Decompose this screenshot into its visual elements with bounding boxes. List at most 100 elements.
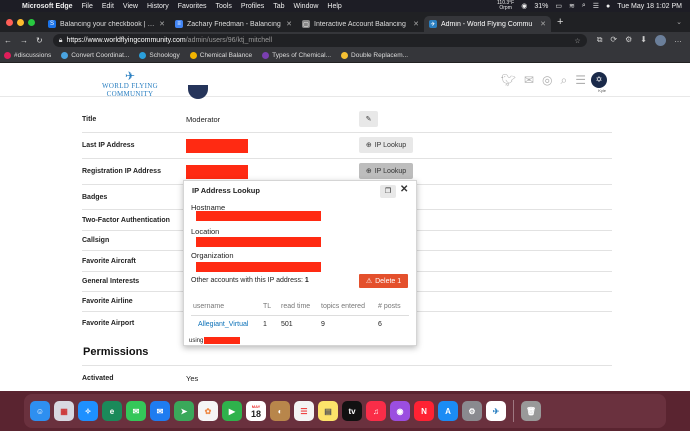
tab-interactive-account[interactable]: ▢ Interactive Account Balancing ✕ <box>297 16 424 32</box>
contacts-icon[interactable]: ◐ <box>270 401 290 421</box>
messages-icon[interactable]: ✉ <box>126 401 146 421</box>
bookmark-convert-coordinates[interactable]: Convert Coordinat... <box>61 52 129 59</box>
new-tab-button[interactable]: + <box>551 16 563 28</box>
podcasts-icon[interactable]: ◉ <box>390 401 410 421</box>
search-icon[interactable]: ⌕ <box>561 73 568 88</box>
tab-search-chevron-icon[interactable]: ⌄ <box>676 18 690 26</box>
bookmark-chemical-balance[interactable]: Chemical Balance <box>189 52 252 59</box>
maps-icon[interactable]: ➤ <box>174 401 194 421</box>
downloads-icon[interactable]: ⬇ <box>640 35 647 46</box>
edge-icon[interactable]: e <box>102 401 122 421</box>
record-icon[interactable]: ◉ <box>521 2 527 10</box>
hamburger-menu-icon[interactable]: ☰ <box>575 73 586 88</box>
finder-icon[interactable]: ☺ <box>30 401 50 421</box>
lock-icon[interactable]: 🔒︎ <box>59 37 63 45</box>
profile-avatar[interactable] <box>655 35 666 46</box>
ip-lookup-button[interactable]: ⊕ IP Lookup <box>359 137 413 153</box>
close-tab-icon[interactable]: ✕ <box>540 20 546 28</box>
launchpad-icon[interactable]: ▦ <box>54 401 74 421</box>
globe-icon <box>61 52 69 59</box>
bookmark-discussions[interactable]: #discussions <box>4 52 51 59</box>
menu-favorites[interactable]: Favorites <box>178 3 207 10</box>
menu-profiles[interactable]: Profiles <box>241 3 264 10</box>
tab-balancing-checkbook[interactable]: S Balancing your checkbook | Sc ✕ <box>43 16 170 32</box>
close-popup-button[interactable]: ✕ <box>400 184 408 195</box>
favorite-star-icon[interactable]: ☆ <box>574 37 580 45</box>
menu-edit[interactable]: Edit <box>102 3 114 10</box>
close-tab-icon[interactable]: ✕ <box>413 20 419 28</box>
site-logo[interactable]: ✈ WORLD FLYING COMMUNITY <box>80 70 180 98</box>
tab-admin-wfc[interactable]: ✈ Admin - World Flying Commu ✕ <box>424 16 551 32</box>
globe-icon: ⊕ <box>365 168 372 175</box>
app-store-icon[interactable]: A <box>438 401 458 421</box>
edit-title-button[interactable]: ✎ <box>359 111 378 127</box>
button-label: IP Lookup <box>374 141 407 149</box>
el-al-app-icon[interactable]: ✈ <box>486 401 506 421</box>
menu-tools[interactable]: Tools <box>216 3 232 10</box>
trash-icon[interactable]: 🗑︎ <box>521 401 541 421</box>
news-icon[interactable]: N <box>414 401 434 421</box>
system-preferences-icon[interactable]: ⚙ <box>462 401 482 421</box>
music-icon[interactable]: ♫ <box>366 401 386 421</box>
apple-tv-icon[interactable]: tv <box>342 401 362 421</box>
minimize-window-button[interactable] <box>17 18 24 26</box>
close-window-button[interactable] <box>6 18 13 26</box>
mail-icon[interactable]: ✉ <box>150 401 170 421</box>
photos-icon[interactable]: ✿ <box>198 401 218 421</box>
menu-history[interactable]: History <box>147 3 169 10</box>
close-tab-icon[interactable]: ✕ <box>286 20 292 28</box>
wifi-icon[interactable]: ≋ <box>569 2 575 10</box>
macos-menubar: Microsoft Edge File Edit View History Fa… <box>0 0 690 12</box>
control-center-icon[interactable]: ☰ <box>593 2 599 10</box>
bookmark-schoology[interactable]: Schoology <box>139 52 180 59</box>
close-tab-icon[interactable]: ✕ <box>159 20 165 28</box>
notes-icon[interactable]: ▤ <box>318 401 338 421</box>
calendar-icon[interactable]: MAY 18 <box>246 401 266 421</box>
menu-view[interactable]: View <box>123 3 138 10</box>
twitter-icon[interactable]: 🐦︎ <box>501 73 516 88</box>
menubar-clock[interactable]: Tue May 18 1:02 PM <box>617 3 682 10</box>
bookmark-site-icon <box>341 52 349 59</box>
col-username: username <box>191 299 261 316</box>
address-bar[interactable]: 🔒︎ https://www.worldflyingcommunity.com/… <box>52 34 587 47</box>
user-avatar[interactable]: ✡ <box>591 72 607 88</box>
menu-tab[interactable]: Tab <box>273 3 284 10</box>
instagram-icon[interactable]: ◎ <box>542 73 552 88</box>
bookmark-types-of-chemical[interactable]: Types of Chemical... <box>262 52 331 59</box>
username-link[interactable]: Allegiant_Virtual <box>191 315 261 333</box>
tab-title: Balancing your checkbook | Sc <box>60 20 156 28</box>
accounts-table: username TL read time topics entered # p… <box>191 299 409 333</box>
search-icon[interactable]: ⌕ <box>582 2 586 10</box>
safari-icon[interactable]: ✧ <box>78 401 98 421</box>
tab-zachary-friedman[interactable]: ≡ Zachary Friedman - Balancing ✕ <box>170 16 297 32</box>
copy-button[interactable]: ❐ <box>380 185 396 198</box>
menu-window[interactable]: Window <box>294 3 319 10</box>
col-read-time: read time <box>279 299 319 316</box>
facetime-icon[interactable]: ▶ <box>222 401 242 421</box>
more-menu-icon[interactable]: … <box>674 35 682 46</box>
menu-file[interactable]: File <box>82 3 93 10</box>
mail-icon[interactable]: ✉ <box>524 73 534 88</box>
plane-logo-icon: ✈ <box>124 69 136 83</box>
reload-icon[interactable]: ↻ <box>32 36 47 45</box>
menu-help[interactable]: Help <box>327 3 341 10</box>
bookmark-label: Double Replacem... <box>351 52 409 59</box>
row-value: Yes <box>186 374 199 383</box>
forward-arrow-icon[interactable]: → <box>16 36 32 45</box>
battery-icon[interactable]: ▭ <box>555 2 562 10</box>
reminders-icon[interactable]: ☰ <box>294 401 314 421</box>
bookmark-label: Types of Chemical... <box>272 52 332 59</box>
delete-accounts-button[interactable]: ⚠ Delete 1 <box>359 274 408 288</box>
registration-ip-lookup-button[interactable]: ⊕ IP Lookup <box>359 163 413 179</box>
bookmarks-bar: #discussions Convert Coordinat... School… <box>0 49 690 63</box>
menubar-app-name[interactable]: Microsoft Edge <box>22 3 73 10</box>
weather-widget[interactable]: 110.3°F Orpm <box>497 1 514 11</box>
extensions-icon[interactable]: ⚙ <box>625 35 632 46</box>
sync-icon[interactable]: ⟳ <box>610 35 617 46</box>
macos-dock: ☺ ▦ ✧ e ✉ ✉ ➤ ✿ ▶ MAY 18 ◐ ☰ ▤ tv ♫ ◉ N … <box>24 394 666 428</box>
back-arrow-icon[interactable]: ← <box>0 36 16 45</box>
collections-icon[interactable]: ⧉ <box>597 35 603 46</box>
siri-icon[interactable]: ● <box>606 3 610 10</box>
maximize-window-button[interactable] <box>28 18 35 26</box>
bookmark-double-replacement[interactable]: Double Replacem... <box>341 52 408 59</box>
